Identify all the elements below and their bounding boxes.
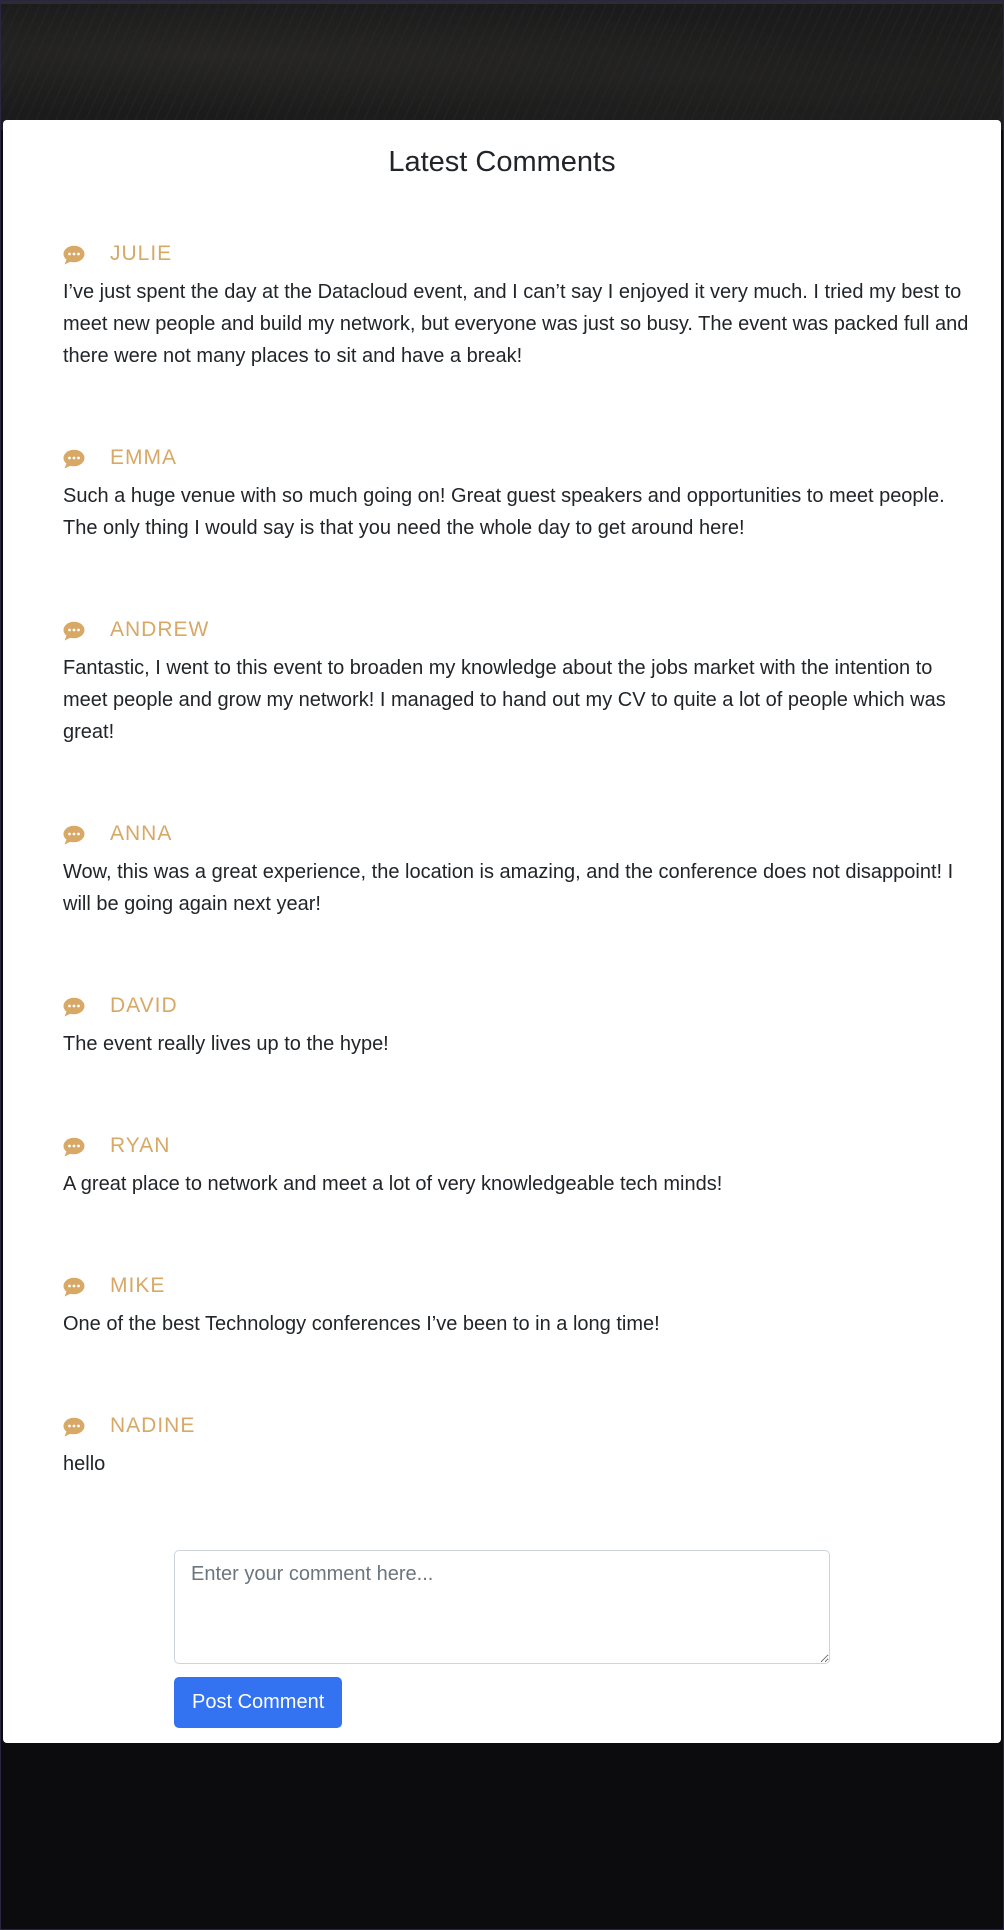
comment-author: RYAN [110, 1134, 171, 1157]
comment-text: Fantastic, I went to this event to broad… [63, 657, 946, 743]
comment-author: ANNA [110, 822, 173, 845]
speech-bubble-icon [63, 1277, 85, 1297]
comment-item: DAVID The event really lives up to the h… [63, 992, 973, 1060]
comment-text: One of the best Technology conferences I… [63, 1313, 660, 1335]
comment-header: RYAN [63, 1132, 973, 1160]
comment-author: DAVID [110, 994, 178, 1017]
comment-author: MIKE [110, 1274, 166, 1297]
comment-header: MIKE [63, 1272, 973, 1300]
comment-item: ANDREW Fantastic, I went to this event t… [63, 616, 973, 748]
speech-bubble-icon [63, 1137, 85, 1157]
comment-text: Wow, this was a great experience, the lo… [63, 861, 954, 915]
comment-item: NADINE hello [63, 1412, 973, 1480]
comment-item: MIKE One of the best Technology conferen… [63, 1272, 973, 1340]
comment-author: ANDREW [110, 618, 210, 641]
speech-bubble-icon [63, 1417, 85, 1437]
comments-panel: Latest Comments JULIE I’ve just spent th… [3, 120, 1001, 1743]
comment-header: EMMA [63, 444, 973, 472]
comment-text: I’ve just spent the day at the Datacloud… [63, 281, 969, 367]
comment-header: ANNA [63, 820, 973, 848]
section-title: Latest Comments [388, 146, 616, 178]
comment-form: Post Comment [174, 1550, 834, 1728]
comment-item: ANNA Wow, this was a great experience, t… [63, 820, 973, 920]
comment-text: hello [63, 1453, 106, 1475]
speech-bubble-icon [63, 245, 85, 265]
comment-header: NADINE [63, 1412, 973, 1440]
comment-author: NADINE [110, 1414, 196, 1437]
comment-item: JULIE I’ve just spent the day at the Dat… [63, 240, 973, 372]
comment-author: JULIE [110, 242, 173, 265]
speech-bubble-icon [63, 621, 85, 641]
speech-bubble-icon [63, 997, 85, 1017]
hero-background [0, 0, 1004, 130]
comment-header: JULIE [63, 240, 973, 268]
speech-bubble-icon [63, 449, 85, 469]
comment-header: DAVID [63, 992, 973, 1020]
comment-item: EMMA Such a huge venue with so much goin… [63, 444, 973, 544]
speech-bubble-icon [63, 825, 85, 845]
comment-author: EMMA [110, 446, 177, 469]
comment-text: The event really lives up to the hype! [63, 1033, 389, 1055]
comment-item: RYAN A great place to network and meet a… [63, 1132, 973, 1200]
comment-header: ANDREW [63, 616, 973, 644]
comment-textarea[interactable] [174, 1550, 830, 1664]
post-comment-button[interactable]: Post Comment [174, 1677, 343, 1728]
comment-text: Such a huge venue with so much going on!… [63, 485, 945, 539]
comment-text: A great place to network and meet a lot … [63, 1173, 723, 1195]
